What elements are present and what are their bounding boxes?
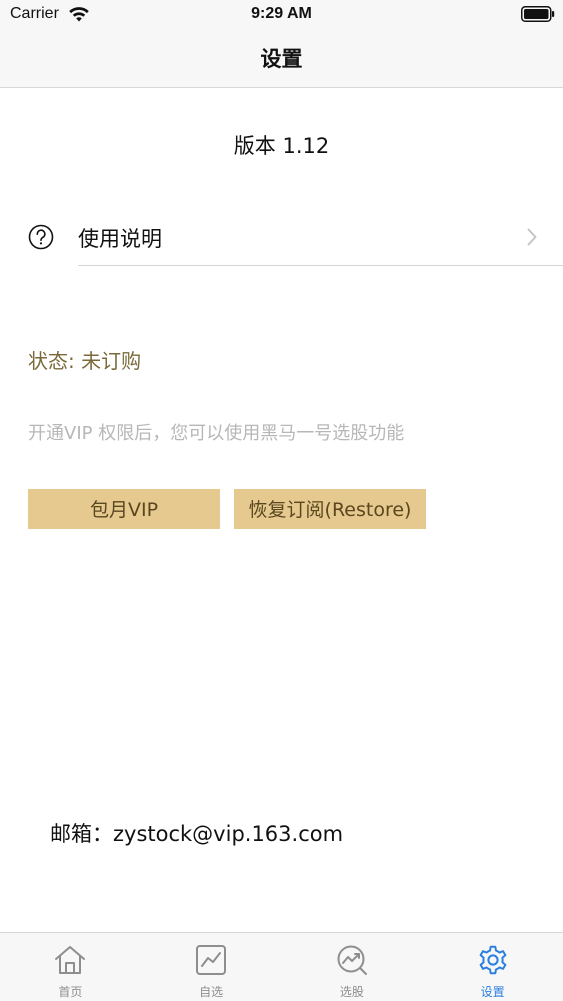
tab-stock-picker-label: 选股 (339, 985, 364, 999)
subscription-status: 状态: 未订购 (28, 349, 142, 373)
navigation-bar: 设置 (0, 30, 563, 88)
divider (78, 265, 563, 266)
tab-settings-label: 设置 (480, 985, 505, 999)
tab-watchlist[interactable]: 自选 (141, 933, 282, 1001)
tab-watchlist-label: 自选 (199, 985, 224, 999)
question-icon (28, 224, 54, 250)
chevron-right-icon (527, 228, 537, 246)
tab-bar: 首页 自选 选股 设置 (0, 932, 563, 1001)
trend-icon (337, 945, 367, 975)
status-bar: Carrier 9:29 AM (0, 0, 563, 30)
gear-icon (479, 945, 507, 975)
home-icon (55, 946, 86, 974)
battery-icon (521, 6, 555, 22)
tab-stock-picker[interactable]: 选股 (282, 933, 423, 1001)
clock: 9:29 AM (251, 5, 312, 22)
tab-home[interactable]: 首页 (0, 933, 141, 1001)
chart-icon (196, 945, 227, 975)
monthly-vip-button[interactable]: 包月VIP (28, 489, 220, 529)
contact-email: 邮箱：zystock@vip.163.com (50, 822, 344, 846)
version-label: 版本 1.12 (233, 134, 330, 158)
help-label: 使用说明 (78, 227, 162, 251)
subscription-description: 开通VIP 权限后，您可以使用黑马一号选股功能 (28, 423, 405, 444)
page-title: 设置 (260, 47, 303, 71)
help-row[interactable]: 使用说明 (0, 208, 563, 266)
tab-home-label: 首页 (58, 985, 83, 999)
restore-subscription-button[interactable]: 恢复订阅(Restore) (234, 489, 426, 529)
tab-settings[interactable]: 设置 (422, 933, 563, 1001)
